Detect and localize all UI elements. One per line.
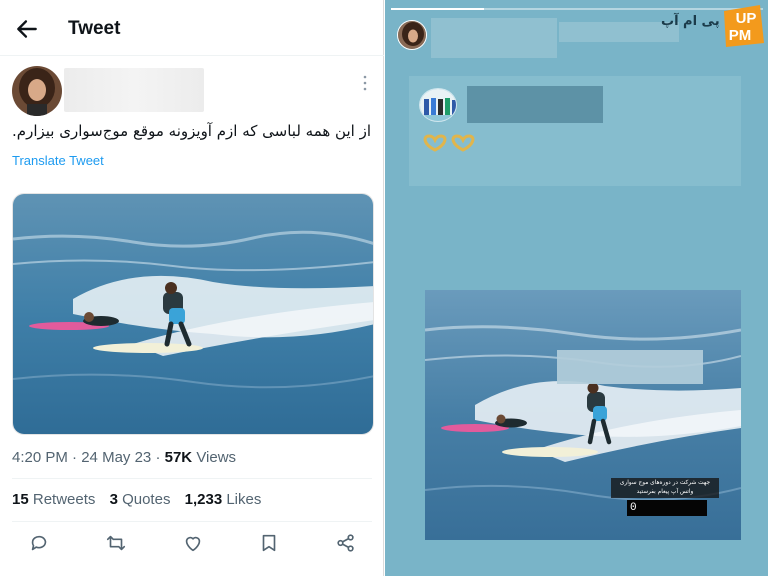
tweet-time: 4:20 PM: [12, 449, 68, 466]
likes-label: Likes: [226, 491, 262, 508]
author-name-blurred: [64, 68, 204, 112]
heart-hands-icon: [423, 134, 475, 152]
tweet-header: Tweet: [0, 0, 384, 56]
retweets-stat[interactable]: 15 Retweets: [12, 491, 95, 508]
promo-line-2: واتس آپ پیغام بفرستید: [636, 489, 694, 495]
back-arrow-icon[interactable]: [14, 16, 40, 42]
story-progress-fill: [391, 8, 484, 10]
tweet-panel: Tweet از این همه لباسی که ازم آویزونه مو…: [0, 0, 384, 576]
reply-icon[interactable]: [28, 532, 50, 554]
retweet-icon[interactable]: [105, 532, 127, 554]
bookmark-icon[interactable]: [258, 532, 280, 554]
brand-wordmark: پی ام آپ: [661, 14, 720, 29]
group-name-blurred: [467, 86, 603, 123]
translate-tweet-link[interactable]: Translate Tweet: [12, 153, 104, 168]
quotes-stat[interactable]: 3 Quotes: [110, 491, 171, 508]
promo-line-1: جهت شرکت در دوره‌های موج سواری: [619, 480, 711, 486]
story-author-avatar[interactable]: [397, 20, 427, 50]
page-title: Tweet: [68, 18, 121, 39]
tweet-meta: 4:20 PM · 24 May 23 · 57K Views: [12, 449, 237, 466]
pmup-logo-icon: UP PM: [724, 5, 764, 47]
svg-text:UP: UP: [736, 10, 757, 27]
story-panel: پی ام آپ UP PM: [385, 0, 768, 576]
quotes-label: Quotes: [122, 491, 171, 508]
promo-caption: جهت شرکت در دوره‌های موج سواری واتس آپ پ…: [611, 478, 719, 498]
tweet-text: از این همه لباسی که ازم آویزونه موقع موج…: [12, 122, 371, 140]
views-count: 57K: [164, 449, 193, 466]
quotes-count: 3: [109, 491, 118, 508]
divider: [12, 521, 372, 522]
phone-prefix: 0: [630, 502, 637, 514]
story-overlay-blurred: [557, 350, 703, 384]
retweets-label: Retweets: [32, 491, 96, 508]
views-label: Views: [196, 449, 237, 466]
phone-number-redacted: 0: [627, 500, 707, 516]
likes-count: 1,233: [184, 491, 223, 508]
story-progress-bar: [391, 8, 763, 10]
svg-text:PM: PM: [729, 27, 752, 44]
heart-hands-emoji: [421, 134, 477, 157]
likes-stat[interactable]: 1,233 Likes: [185, 491, 262, 508]
share-icon[interactable]: [335, 532, 357, 554]
more-options-icon[interactable]: [360, 74, 370, 92]
tweet-date: 24 May 23: [81, 449, 152, 466]
tweet-photo[interactable]: [12, 193, 374, 435]
divider: [12, 478, 372, 479]
retweets-count: 15: [12, 491, 29, 508]
like-icon[interactable]: [182, 532, 204, 554]
tweet-stats: 15 Retweets 3 Quotes 1,233 Likes: [12, 491, 261, 508]
author-avatar[interactable]: [12, 66, 62, 116]
group-avatar[interactable]: [419, 88, 457, 122]
story-author-name-blurred: [431, 18, 557, 58]
